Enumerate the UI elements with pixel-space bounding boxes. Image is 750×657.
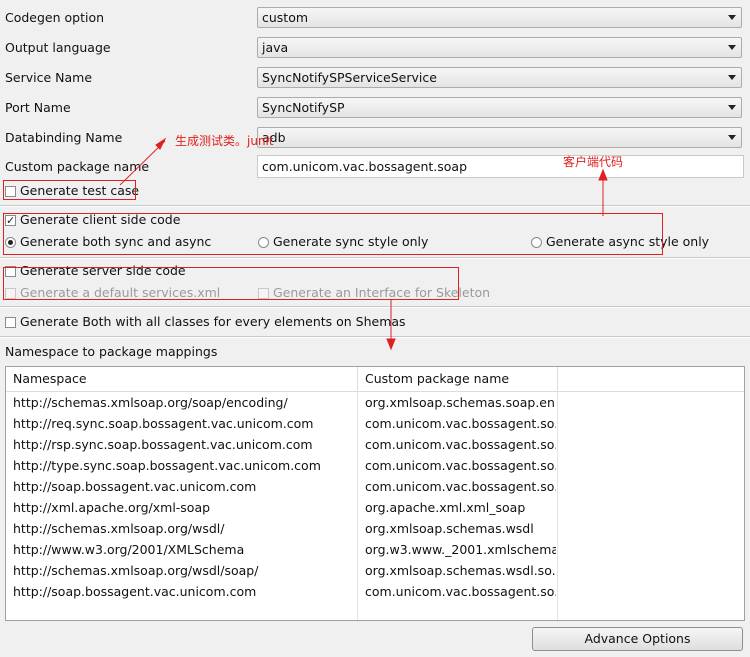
annotation-arrows <box>119 137 608 351</box>
annotation-test-class-text: 生成测试类。junit <box>175 134 274 148</box>
annotation-client-code-text: 客户端代码 <box>563 155 624 169</box>
